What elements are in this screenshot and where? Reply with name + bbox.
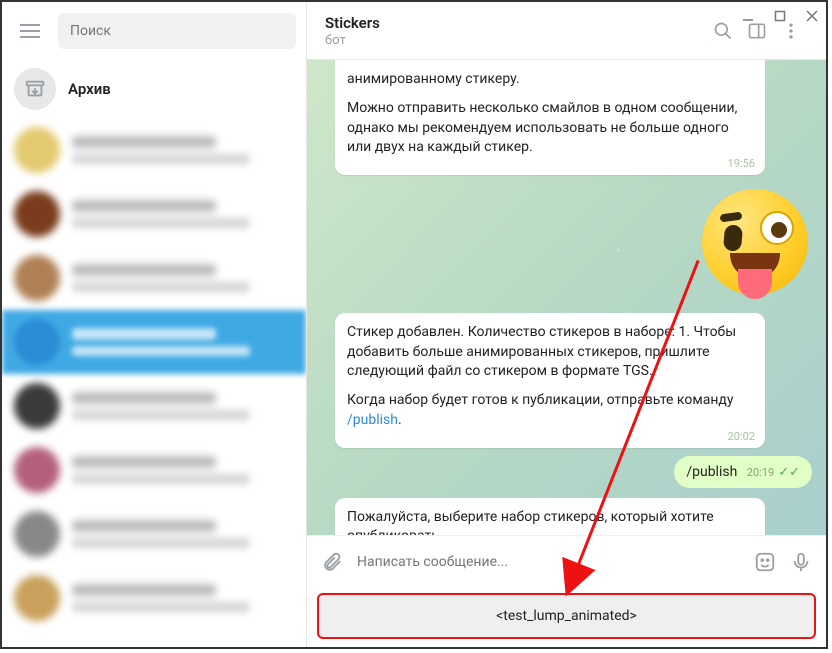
- list-item[interactable]: [2, 438, 306, 502]
- message-outgoing[interactable]: /publish 20:19 ✓✓: [674, 456, 812, 488]
- archive-row[interactable]: Архив: [2, 60, 306, 118]
- suggestion-text: <test_lump_animated>: [496, 608, 637, 624]
- emoji-icon[interactable]: [754, 551, 776, 573]
- window-close[interactable]: [804, 8, 820, 24]
- sticker-message[interactable]: [321, 189, 808, 295]
- search-input-wrap[interactable]: [58, 13, 296, 49]
- publish-link[interactable]: /publish: [347, 412, 398, 428]
- message-incoming[interactable]: Пожалуйста, выберите набор стикеров, кот…: [335, 498, 765, 535]
- message-text: Можно отправить несколько смайлов в одно…: [347, 99, 753, 157]
- window-maximize[interactable]: [772, 8, 788, 24]
- search-input[interactable]: [70, 23, 284, 39]
- message-text: Стикер добавлен. Количество стикеров в н…: [347, 323, 753, 381]
- message-text: анимированному стикеру.: [347, 70, 753, 89]
- list-item[interactable]: [2, 182, 306, 246]
- search-icon[interactable]: [706, 14, 740, 48]
- message-input-bar: [307, 535, 826, 587]
- message-time: 20:19: [747, 466, 774, 479]
- sidebar: Архив: [2, 2, 307, 647]
- list-item[interactable]: [2, 566, 306, 630]
- chat-title: Stickers: [325, 14, 706, 32]
- menu-button[interactable]: [12, 13, 48, 49]
- list-item[interactable]: [2, 118, 306, 182]
- wink-tongue-emoji-icon: [702, 189, 808, 295]
- message-incoming[interactable]: анимированному стикеру. Можно отправить …: [335, 60, 765, 175]
- message-incoming[interactable]: Стикер добавлен. Количество стикеров в н…: [335, 313, 765, 448]
- message-time: 20:02: [728, 429, 755, 444]
- list-item[interactable]: [2, 246, 306, 310]
- voice-icon[interactable]: [790, 551, 812, 573]
- chat-area[interactable]: анимированному стикеру. Можно отправить …: [307, 60, 826, 535]
- attach-icon[interactable]: [321, 551, 343, 573]
- message-text: /publish: [686, 464, 737, 480]
- chat-list[interactable]: [2, 118, 306, 647]
- archive-icon: [14, 68, 56, 110]
- bot-suggestion-button[interactable]: <test_lump_animated>: [317, 593, 816, 639]
- chat-subtitle: бот: [325, 33, 706, 48]
- message-text: Когда набор будет готов к публикации, от…: [347, 391, 753, 430]
- list-item[interactable]: [2, 374, 306, 438]
- message-text: Пожалуйста, выберите набор стикеров, кот…: [347, 508, 753, 535]
- archive-label: Архив: [68, 80, 111, 98]
- window-minimize[interactable]: [740, 8, 756, 24]
- list-item-selected[interactable]: [2, 310, 306, 374]
- message-input[interactable]: [357, 554, 740, 570]
- message-time: 19:56: [728, 156, 755, 171]
- list-item[interactable]: [2, 502, 306, 566]
- read-checks-icon: ✓✓: [778, 465, 800, 480]
